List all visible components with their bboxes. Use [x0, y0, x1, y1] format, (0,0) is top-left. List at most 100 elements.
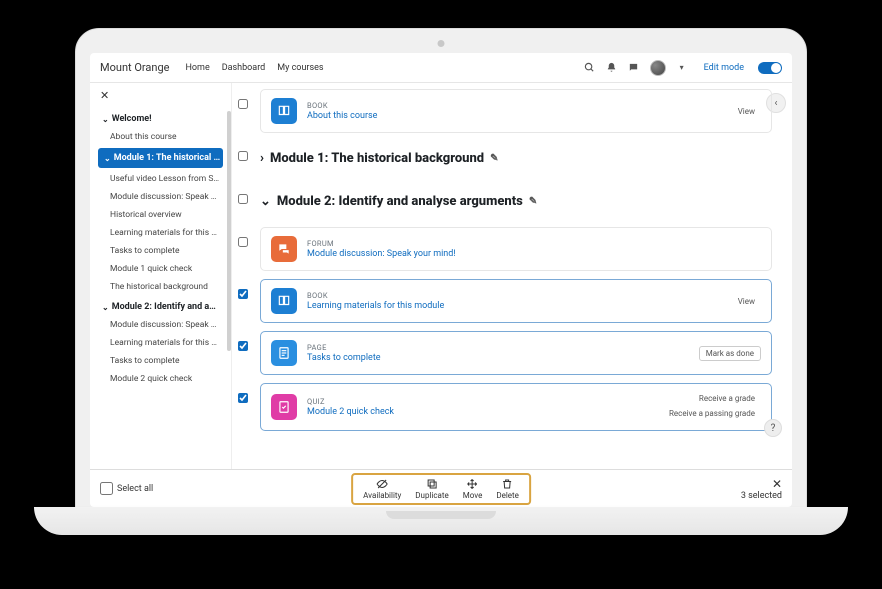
section-checkbox[interactable] — [238, 151, 248, 161]
select-all-label: Select all — [117, 484, 153, 494]
activity-card-book: BOOK About this course View — [260, 89, 772, 133]
edit-icon[interactable]: ✎ — [529, 196, 537, 207]
section-title: Module 1: The historical background — [270, 151, 484, 166]
sidebar-item[interactable]: The historical background — [90, 278, 231, 296]
sidebar-item[interactable]: Module 2 quick check — [90, 370, 231, 388]
forum-icon — [271, 236, 297, 262]
move-button[interactable]: Move — [463, 478, 483, 500]
book-icon — [271, 288, 297, 314]
activity-link[interactable]: Learning materials for this module — [307, 301, 722, 311]
action-label: Availability — [363, 491, 401, 500]
activity-card-book: BOOK Learning materials for this module … — [260, 279, 772, 323]
eye-off-icon — [376, 478, 388, 490]
availability-button[interactable]: Availability — [363, 478, 401, 500]
view-label: View — [732, 295, 761, 308]
nav-home[interactable]: Home — [186, 63, 210, 73]
duplicate-button[interactable]: Duplicate — [415, 478, 448, 500]
chevron-down-icon[interactable]: ▾ — [676, 62, 688, 74]
edit-icon[interactable]: ✎ — [490, 153, 498, 164]
sidebar-section-label: Module 1: The historical … — [114, 153, 220, 163]
copy-icon — [426, 478, 438, 490]
activity-checkbox[interactable] — [238, 99, 248, 109]
sidebar-scrollbar[interactable] — [227, 111, 231, 351]
book-icon — [271, 98, 297, 124]
activity-link[interactable]: Tasks to complete — [307, 353, 689, 363]
app-screen: Mount Orange Home Dashboard My courses ▾… — [90, 53, 792, 507]
activity-type: FORUM — [307, 239, 761, 248]
activity-type: QUIZ — [307, 397, 653, 406]
chevron-right-icon: › — [260, 151, 264, 166]
chevron-down-icon: ⌄ — [102, 115, 109, 124]
sidebar-item[interactable]: Tasks to complete — [90, 352, 231, 370]
sidebar-section-label: Welcome! — [112, 114, 152, 124]
activity-checkbox[interactable] — [238, 289, 248, 299]
close-sidebar-icon[interactable]: ✕ — [90, 89, 231, 108]
action-label: Delete — [496, 491, 519, 500]
sidebar-item[interactable]: Module discussion: Speak … — [90, 188, 231, 206]
section-checkbox[interactable] — [238, 194, 248, 204]
section-heading-module1[interactable]: › Module 1: The historical background ✎ — [260, 141, 498, 176]
move-icon — [467, 478, 479, 490]
brand-name[interactable]: Mount Orange — [100, 61, 170, 74]
activity-checkbox[interactable] — [238, 341, 248, 351]
select-all-control[interactable]: Select all — [100, 482, 153, 495]
activity-link[interactable]: Module discussion: Speak your mind! — [307, 249, 761, 259]
sidebar-item[interactable]: Useful video Lesson from S… — [90, 170, 231, 188]
sidebar-section-module1[interactable]: ⌄ Module 1: The historical … — [98, 148, 223, 168]
activity-card-quiz: QUIZ Module 2 quick check Receive a grad… — [260, 383, 772, 431]
activity-type: BOOK — [307, 291, 722, 300]
edit-mode-label: Edit mode — [704, 63, 744, 73]
selected-count: 3 selected — [741, 491, 782, 501]
help-icon[interactable]: ? — [764, 419, 782, 437]
search-icon[interactable] — [584, 62, 596, 74]
laptop-notch — [386, 511, 496, 519]
completion-condition: Receive a grade — [663, 392, 761, 405]
top-nav: Mount Orange Home Dashboard My courses ▾… — [90, 53, 792, 83]
activity-link[interactable]: About this course — [307, 111, 722, 121]
activity-card-forum: FORUM Module discussion: Speak your mind… — [260, 227, 772, 271]
mark-done-button[interactable]: Mark as done — [699, 346, 761, 361]
nav-right: ▾ Edit mode — [584, 60, 782, 76]
sidebar-item[interactable]: Historical overview — [90, 206, 231, 224]
sidebar-item[interactable]: Tasks to complete — [90, 242, 231, 260]
bulk-actions-group: Availability Duplicate Move — [351, 473, 531, 505]
edit-mode-toggle[interactable] — [758, 62, 782, 74]
view-label: View — [732, 105, 761, 118]
select-all-checkbox[interactable] — [100, 482, 113, 495]
chat-icon[interactable] — [628, 62, 640, 74]
activity-link[interactable]: Module 2 quick check — [307, 407, 653, 417]
delete-button[interactable]: Delete — [496, 478, 519, 500]
section-title: Module 2: Identify and analyse arguments — [277, 194, 523, 209]
sidebar-section-label: Module 2: Identify and a… — [112, 302, 216, 312]
course-index-sidebar: ✕ ⌄ Welcome! About this course ⌄ Module … — [90, 83, 232, 469]
activity-type: PAGE — [307, 343, 689, 352]
sidebar-item[interactable]: Module discussion: Speak … — [90, 316, 231, 334]
sidebar-item[interactable]: About this course — [90, 128, 231, 146]
main-content: ‹ BOOK About this course View — [232, 83, 792, 469]
activity-checkbox[interactable] — [238, 237, 248, 247]
laptop-frame: Mount Orange Home Dashboard My courses ▾… — [75, 28, 807, 508]
completion-condition: Receive a passing grade — [663, 407, 761, 420]
avatar[interactable] — [650, 60, 666, 76]
sidebar-section-module2[interactable]: ⌄ Module 2: Identify and a… — [90, 296, 231, 316]
sidebar-section-welcome[interactable]: ⌄ Welcome! — [90, 108, 231, 128]
activity-checkbox[interactable] — [238, 393, 248, 403]
activity-card-page: PAGE Tasks to complete Mark as done — [260, 331, 772, 375]
trash-icon — [502, 478, 514, 490]
sidebar-item[interactable]: Module 1 quick check — [90, 260, 231, 278]
sidebar-item[interactable]: Learning materials for this … — [90, 334, 231, 352]
chevron-down-icon: ⌄ — [102, 303, 109, 312]
quiz-icon — [271, 394, 297, 420]
laptop-camera — [438, 40, 445, 47]
chevron-down-icon: ⌄ — [104, 154, 111, 163]
bell-icon[interactable] — [606, 62, 618, 74]
close-bulk-icon[interactable]: ✕ — [741, 477, 782, 491]
chevron-down-icon: ⌄ — [260, 194, 271, 209]
sidebar-item[interactable]: Learning materials for this … — [90, 224, 231, 242]
section-heading-module2[interactable]: ⌄ Module 2: Identify and analyse argumen… — [260, 184, 537, 219]
bulk-action-bar: Select all Availability Duplicate — [90, 469, 792, 507]
activity-type: BOOK — [307, 101, 722, 110]
page-icon — [271, 340, 297, 366]
nav-dashboard[interactable]: Dashboard — [222, 63, 266, 73]
nav-mycourses[interactable]: My courses — [277, 63, 323, 73]
